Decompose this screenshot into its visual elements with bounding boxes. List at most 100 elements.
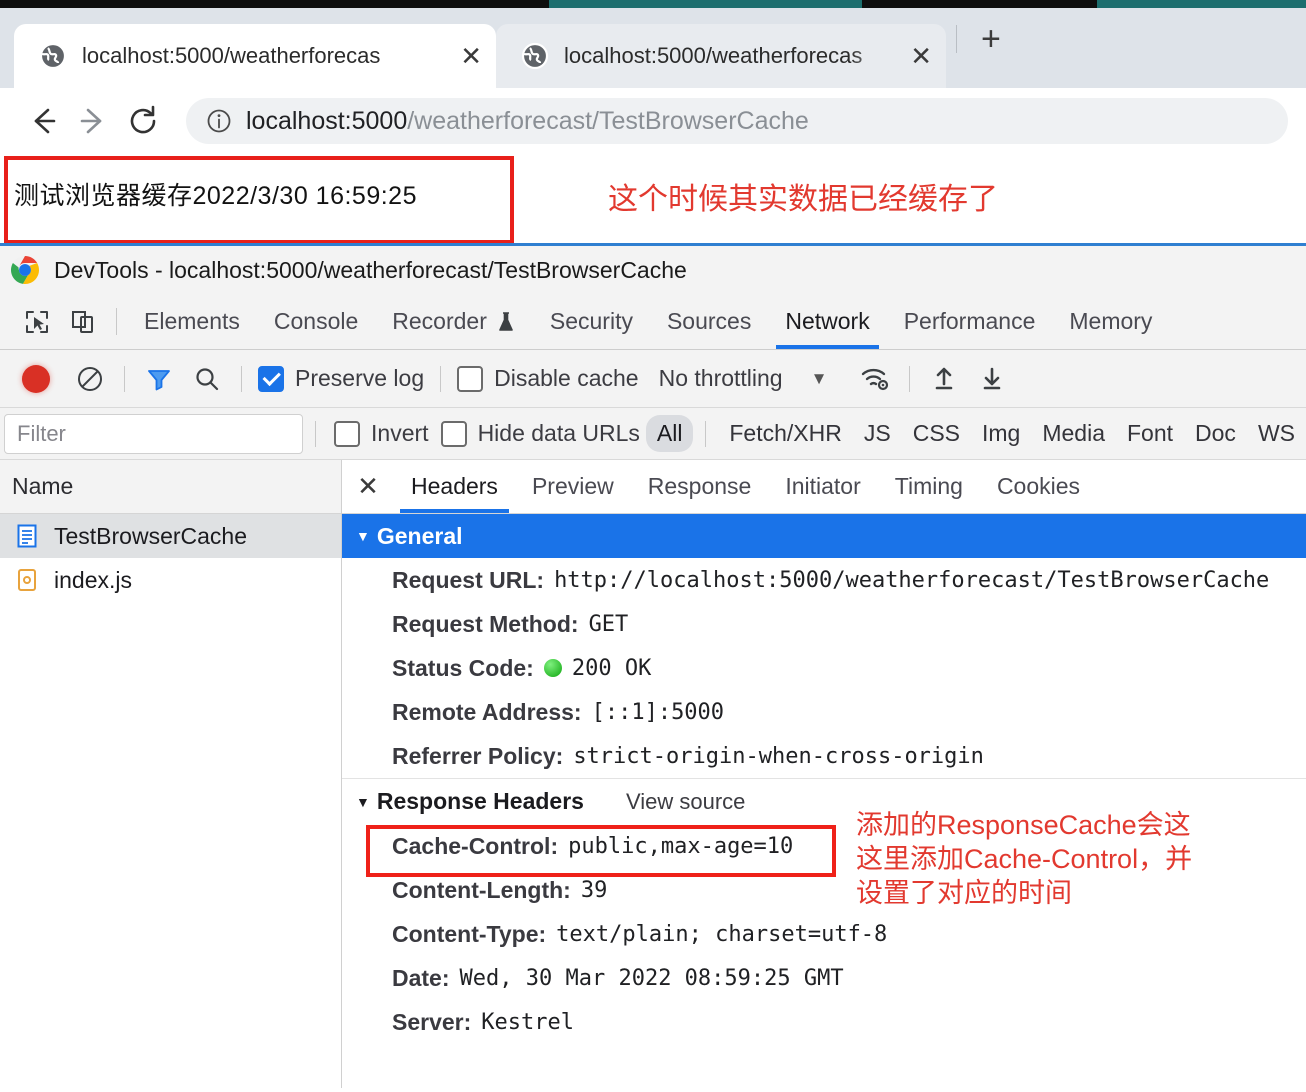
devtools-tab-memory[interactable]: Memory bbox=[1052, 294, 1169, 349]
devtools-tab-security[interactable]: Security bbox=[533, 294, 650, 349]
resource-type-font[interactable]: Font bbox=[1116, 415, 1184, 452]
request-list-column-name[interactable]: Name bbox=[0, 460, 341, 514]
disable-cache-checkbox[interactable]: Disable cache bbox=[451, 365, 644, 392]
address-bar[interactable]: localhost:5000/weatherforecast/TestBrows… bbox=[186, 98, 1288, 144]
browser-tab-2[interactable]: localhost:5000/weatherforecas ✕ bbox=[496, 24, 946, 88]
checkbox-box[interactable] bbox=[258, 365, 284, 392]
close-icon[interactable]: ✕ bbox=[342, 460, 394, 513]
devtools-tab-console[interactable]: Console bbox=[257, 294, 375, 349]
triangle-down-icon: ▼ bbox=[356, 793, 370, 810]
general-row-remote-address: Remote Address: [::1]:5000 bbox=[342, 690, 1306, 734]
device-toolbar-icon[interactable] bbox=[60, 294, 106, 349]
devtools-tab-label: Elements bbox=[144, 308, 240, 334]
detail-tab-initiator[interactable]: Initiator bbox=[768, 460, 877, 513]
resource-type-fetch-xhr[interactable]: Fetch/XHR bbox=[718, 415, 852, 452]
funnel-icon[interactable] bbox=[135, 365, 183, 393]
annotation-line: 添加的ResponseCache会这 bbox=[856, 810, 1191, 840]
resource-type-doc[interactable]: Doc bbox=[1184, 415, 1247, 452]
triangle-down-icon: ▼ bbox=[356, 528, 370, 544]
browser-tab-2-title: localhost:5000/weatherforecas bbox=[564, 43, 863, 68]
filter-input[interactable]: Filter bbox=[4, 413, 304, 454]
resource-type-ws[interactable]: WS bbox=[1247, 415, 1306, 452]
throttling-select-label[interactable]: No throttling bbox=[659, 365, 783, 392]
response-headers-section: ▼ Response Headers View source Cache-Con… bbox=[342, 778, 1306, 1044]
devtools-window-title: DevTools - localhost:5000/weatherforecas… bbox=[54, 256, 687, 283]
section-header-general[interactable]: ▼ General bbox=[342, 514, 1306, 558]
browser-tab-1-title: localhost:5000/weatherforecas bbox=[82, 43, 381, 68]
devtools-tab-performance[interactable]: Performance bbox=[887, 294, 1053, 349]
detail-tab-headers[interactable]: Headers bbox=[394, 460, 515, 513]
page-body-text: 测试浏览器缓存2022/3/30 16:59:25 bbox=[14, 182, 417, 210]
detail-tab-cookies[interactable]: Cookies bbox=[980, 460, 1097, 513]
devtools-tab-elements[interactable]: Elements bbox=[127, 294, 257, 349]
annotation-text-responsecache: 添加的ResponseCache会这 这里添加Cache-Control，并 设… bbox=[856, 808, 1192, 910]
close-icon[interactable]: ✕ bbox=[910, 43, 932, 69]
disable-cache-label: Disable cache bbox=[494, 365, 639, 391]
header-value: public,max-age=10 bbox=[568, 833, 794, 859]
inspect-element-icon[interactable] bbox=[14, 294, 60, 349]
header-value: text/plain; charset=utf-8 bbox=[556, 921, 888, 947]
download-arrow-icon[interactable] bbox=[968, 365, 1016, 393]
clear-icon[interactable] bbox=[66, 365, 114, 393]
checkbox-box[interactable] bbox=[334, 420, 361, 447]
toolbar-divider bbox=[909, 365, 911, 392]
header-name: Content-Type: bbox=[392, 920, 547, 947]
devtools-tab-network[interactable]: Network bbox=[768, 294, 886, 349]
browser-navbar: localhost:5000/weatherforecast/TestBrows… bbox=[0, 88, 1306, 154]
detail-tab-timing[interactable]: Timing bbox=[878, 460, 980, 513]
info-circle-icon[interactable] bbox=[206, 108, 232, 134]
devtools-tab-label: Recorder bbox=[392, 308, 487, 334]
upload-arrow-icon[interactable] bbox=[920, 365, 968, 393]
network-filter-bar: Filter Invert Hide data URLs All Fetch/X… bbox=[0, 408, 1306, 460]
wifi-settings-icon[interactable] bbox=[851, 365, 899, 393]
devtools-panel-tabs: Elements Console Recorder Security Sourc… bbox=[0, 294, 1306, 350]
address-bar-host: localhost:5000 bbox=[246, 106, 408, 135]
document-icon bbox=[14, 523, 40, 549]
browser-tabstrip: localhost:5000/weatherforecas ✕ localhos… bbox=[0, 8, 1306, 88]
strip-segment bbox=[548, 0, 862, 8]
resource-type-css[interactable]: CSS bbox=[902, 415, 971, 452]
record-dot-icon[interactable] bbox=[22, 364, 50, 393]
reload-icon[interactable] bbox=[118, 96, 168, 146]
strip-segment bbox=[861, 0, 1098, 8]
resource-type-media[interactable]: Media bbox=[1031, 415, 1116, 452]
new-tab-button[interactable]: + bbox=[981, 22, 1001, 56]
toolbar-divider bbox=[440, 365, 442, 392]
resource-type-all[interactable]: All bbox=[645, 415, 694, 452]
preserve-log-label: Preserve log bbox=[295, 365, 425, 391]
resource-type-img[interactable]: Img bbox=[971, 415, 1031, 452]
view-source-button[interactable]: View source bbox=[626, 789, 745, 815]
back-arrow-icon[interactable] bbox=[18, 96, 68, 146]
request-row-testbrowsercache[interactable]: TestBrowserCache bbox=[0, 514, 341, 558]
devtools-tab-label: Memory bbox=[1069, 308, 1153, 334]
checkbox-box[interactable] bbox=[457, 365, 484, 392]
forward-arrow-icon[interactable] bbox=[68, 96, 118, 146]
search-icon[interactable] bbox=[183, 365, 231, 393]
header-name: Request Method: bbox=[392, 610, 579, 637]
response-header-content-type: Content-Type: text/plain; charset=utf-8 bbox=[342, 912, 1306, 956]
invert-checkbox[interactable]: Invert bbox=[328, 420, 435, 447]
invert-label: Invert bbox=[371, 420, 429, 446]
hide-data-urls-checkbox[interactable]: Hide data URLs bbox=[435, 420, 646, 447]
devtools-tab-label: Sources bbox=[666, 308, 752, 334]
detail-tab-preview[interactable]: Preview bbox=[515, 460, 631, 513]
close-icon[interactable]: ✕ bbox=[460, 43, 482, 69]
header-name: Request URL: bbox=[392, 566, 545, 593]
detail-tab-response[interactable]: Response bbox=[631, 460, 769, 513]
devtools-tab-recorder[interactable]: Recorder bbox=[375, 294, 533, 349]
browser-chrome: localhost:5000/weatherforecas ✕ localhos… bbox=[0, 8, 1306, 154]
chevron-down-icon[interactable]: ▼ bbox=[811, 369, 828, 389]
header-name: Referrer Policy: bbox=[392, 742, 564, 769]
browser-tab-1[interactable]: localhost:5000/weatherforecas ✕ bbox=[14, 24, 496, 88]
preserve-log-checkbox[interactable]: Preserve log bbox=[252, 365, 430, 392]
section-title: Response Headers bbox=[376, 788, 584, 814]
header-name: Content-Length: bbox=[392, 876, 571, 903]
flask-icon bbox=[496, 311, 516, 333]
response-header-server: Server: Kestrel bbox=[342, 1000, 1306, 1044]
toolbar-divider bbox=[241, 365, 242, 392]
request-row-index-js[interactable]: index.js bbox=[0, 558, 341, 602]
devtools-tab-sources[interactable]: Sources bbox=[650, 294, 768, 349]
strip-segment bbox=[0, 0, 549, 8]
resource-type-js[interactable]: JS bbox=[853, 415, 902, 452]
checkbox-box[interactable] bbox=[440, 420, 467, 447]
